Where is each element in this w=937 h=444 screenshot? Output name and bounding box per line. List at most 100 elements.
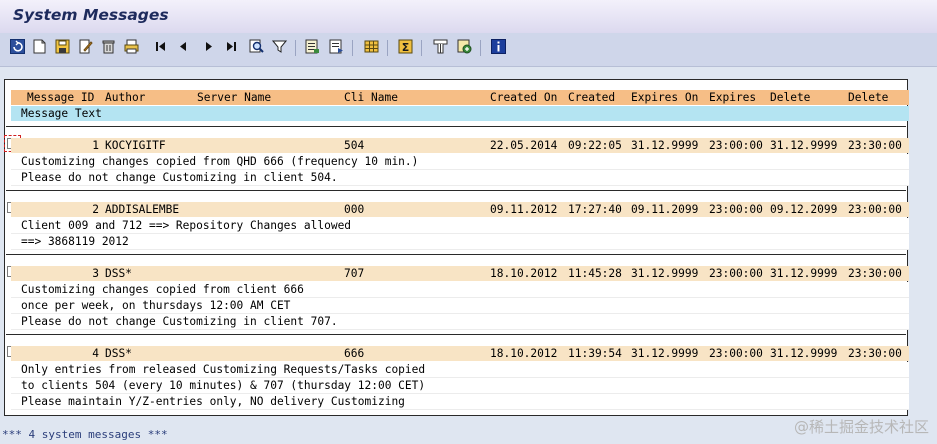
toolbar-separator bbox=[421, 40, 422, 56]
delete-time: 23:30:00 bbox=[848, 139, 902, 152]
message-text-line: Customizing changes copied from QHD 666 … bbox=[11, 154, 909, 170]
client: 707 bbox=[344, 267, 365, 280]
message-text: Please maintain Y/Z-entries only, NO del… bbox=[21, 395, 405, 408]
message-text: Customizing changes copied from client 6… bbox=[21, 283, 304, 296]
column-header-expires[interactable]: Expires bbox=[709, 90, 756, 105]
expires-time: 23:00:00 bbox=[709, 347, 763, 360]
author: KOCYIGITF bbox=[105, 139, 166, 152]
column-header-message-id[interactable]: Message ID bbox=[27, 90, 94, 105]
column-header-delete-time[interactable]: Delete bbox=[848, 90, 888, 105]
import-icon[interactable] bbox=[329, 39, 344, 54]
message-row-1[interactable]: 1 KOCYIGITF 504 22.05.2014 09:22:05 31.1… bbox=[11, 138, 909, 153]
svg-text:Σ: Σ bbox=[402, 41, 410, 54]
client: 000 bbox=[344, 203, 365, 216]
message-id: 2 bbox=[92, 203, 99, 216]
column-header-created-on[interactable]: Created On bbox=[490, 90, 557, 105]
row-separator bbox=[6, 190, 906, 191]
first-page-icon[interactable] bbox=[153, 39, 168, 54]
message-text-line: once per week, on thursdays 12:00 AM CET bbox=[11, 298, 909, 314]
column-header-client[interactable]: Cli bbox=[344, 90, 364, 105]
message-row-2[interactable]: 2 ADDISALEMBE 000 09.11.2012 17:27:40 09… bbox=[11, 202, 909, 217]
author: DSS* bbox=[105, 267, 132, 280]
message-text-line: ==> 3868119 2012 bbox=[11, 234, 909, 250]
column-header-delete-date[interactable]: Delete bbox=[770, 90, 810, 105]
expires-on: 09.11.2099 bbox=[631, 203, 699, 216]
message-text-line: Please do not change Customizing in clie… bbox=[11, 170, 909, 186]
message-id: 3 bbox=[92, 267, 99, 280]
refresh-icon[interactable] bbox=[10, 39, 25, 54]
toolbar-separator bbox=[387, 40, 388, 56]
title-bar: System Messages bbox=[0, 0, 937, 33]
message-text: Please do not change Customizing in clie… bbox=[21, 171, 338, 184]
message-id: 1 bbox=[92, 139, 99, 152]
toolbar-separator bbox=[295, 40, 296, 56]
print-preview-icon[interactable] bbox=[433, 39, 448, 54]
created-on: 18.10.2012 bbox=[490, 267, 558, 280]
new-document-icon[interactable] bbox=[32, 39, 47, 54]
last-page-icon[interactable] bbox=[224, 39, 239, 54]
expires-on: 31.12.9999 bbox=[631, 347, 699, 360]
message-id: 4 bbox=[92, 347, 99, 360]
export-icon[interactable] bbox=[305, 39, 320, 54]
client: 504 bbox=[344, 139, 365, 152]
message-list: Message ID Author Server Name Cli Name C… bbox=[4, 79, 909, 416]
message-row-3[interactable]: 3 DSS* 707 18.10.2012 11:45:28 31.12.999… bbox=[11, 266, 909, 281]
column-header-subrow: Message Text bbox=[11, 106, 909, 121]
delete-time: 23:30:00 bbox=[848, 267, 902, 280]
sum-icon[interactable]: Σ bbox=[398, 39, 413, 54]
delete-on: 09.12.2099 bbox=[770, 203, 838, 216]
previous-page-icon[interactable] bbox=[176, 39, 191, 54]
message-text-line: to clients 504 (every 10 minutes) & 707 … bbox=[11, 378, 909, 394]
save-icon[interactable] bbox=[55, 39, 70, 54]
row-separator bbox=[6, 334, 906, 335]
message-row-4[interactable]: 4 DSS* 666 18.10.2012 11:39:54 31.12.999… bbox=[11, 346, 909, 361]
message-text: once per week, on thursdays 12:00 AM CET bbox=[21, 299, 291, 312]
message-text: to clients 504 (every 10 minutes) & 707 … bbox=[21, 379, 426, 392]
message-text: ==> 3868119 2012 bbox=[21, 235, 129, 248]
message-text: Only entries from released Customizing R… bbox=[21, 363, 426, 376]
created-time: 11:45:28 bbox=[568, 267, 622, 280]
filter-icon[interactable] bbox=[272, 39, 287, 54]
message-text-line: Only entries from released Customizing R… bbox=[11, 362, 909, 378]
expires-time: 23:00:00 bbox=[709, 139, 763, 152]
expires-time: 23:00:00 bbox=[709, 203, 763, 216]
row-separator bbox=[6, 254, 906, 255]
author: DSS* bbox=[105, 347, 132, 360]
created-on: 22.05.2014 bbox=[490, 139, 558, 152]
edit-icon[interactable] bbox=[78, 39, 93, 54]
delete-time: 23:00:00 bbox=[848, 203, 902, 216]
column-header-row: Message ID Author Server Name Cli Name C… bbox=[11, 90, 909, 105]
message-text-line: Please do not change Customizing in clie… bbox=[11, 314, 909, 330]
column-header-name[interactable]: Name bbox=[371, 90, 398, 105]
delete-on: 31.12.9999 bbox=[770, 267, 838, 280]
expires-on: 31.12.9999 bbox=[631, 267, 699, 280]
toolbar-separator bbox=[480, 40, 481, 56]
application-toolbar: Σ bbox=[0, 33, 937, 67]
expires-time: 23:00:00 bbox=[709, 267, 763, 280]
print-icon[interactable] bbox=[124, 39, 139, 54]
layout-icon[interactable] bbox=[364, 39, 379, 54]
column-header-server-name[interactable]: Server Name bbox=[197, 90, 271, 105]
delete-icon[interactable] bbox=[101, 39, 116, 54]
column-header-message-text[interactable]: Message Text bbox=[21, 106, 102, 121]
toolbar-separator bbox=[352, 40, 353, 56]
next-page-icon[interactable] bbox=[201, 39, 216, 54]
delete-on: 31.12.9999 bbox=[770, 347, 838, 360]
list-summary: *** 4 system messages *** bbox=[2, 428, 168, 441]
author: ADDISALEMBE bbox=[105, 203, 180, 216]
message-text: Client 009 and 712 ==> Repository Change… bbox=[21, 219, 352, 232]
row-separator bbox=[6, 126, 906, 127]
settings-icon[interactable] bbox=[457, 39, 472, 54]
info-icon[interactable] bbox=[491, 39, 506, 54]
column-header-author[interactable]: Author bbox=[105, 90, 145, 105]
column-header-created[interactable]: Created bbox=[568, 90, 615, 105]
delete-time: 23:30:00 bbox=[848, 347, 902, 360]
created-time: 09:22:05 bbox=[568, 139, 622, 152]
watermark: @稀土掘金技术社区 bbox=[793, 418, 929, 436]
find-icon[interactable] bbox=[249, 39, 264, 54]
message-text-line: Customizing changes copied from client 6… bbox=[11, 282, 909, 298]
created-on: 18.10.2012 bbox=[490, 347, 558, 360]
expires-on: 31.12.9999 bbox=[631, 139, 699, 152]
column-header-expires-on[interactable]: Expires On bbox=[631, 90, 698, 105]
created-time: 11:39:54 bbox=[568, 347, 622, 360]
